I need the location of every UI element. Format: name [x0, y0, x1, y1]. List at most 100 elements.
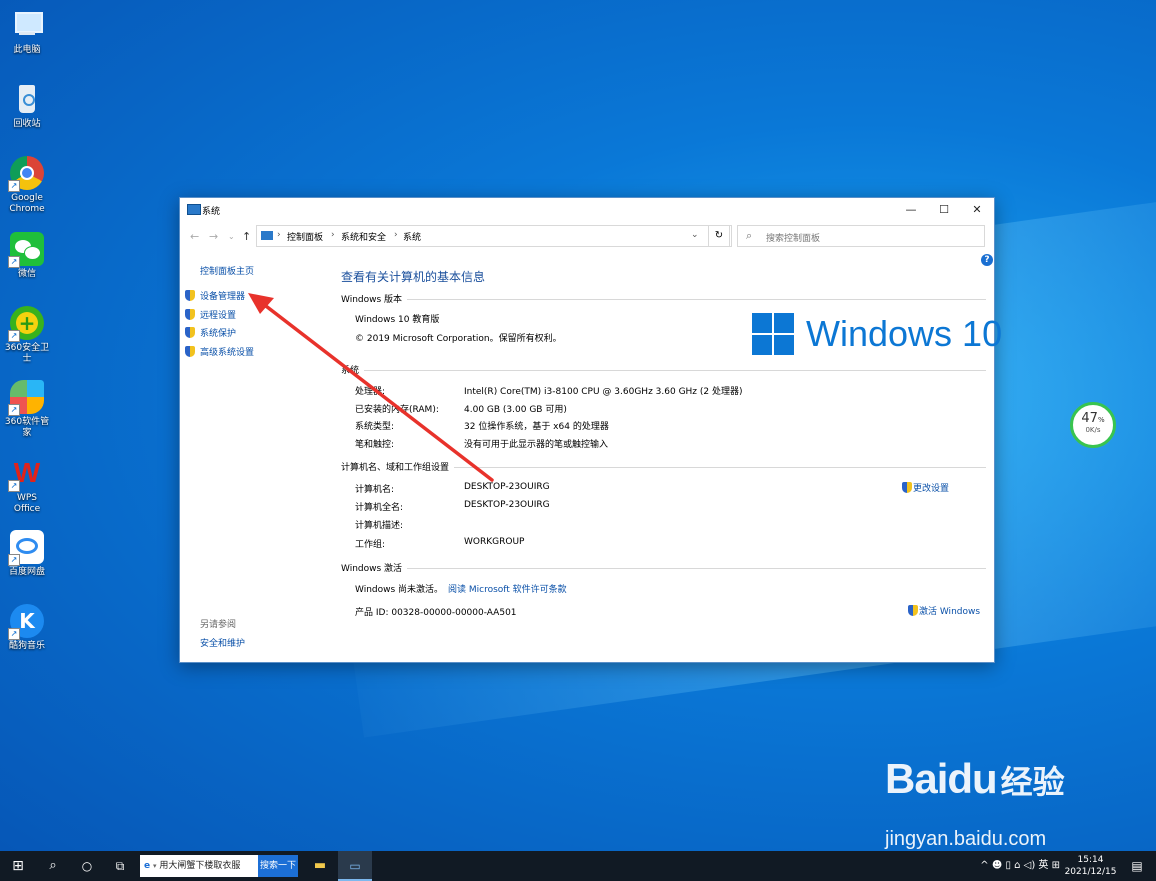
- recent-chevron-icon[interactable]: ⌄: [228, 232, 235, 241]
- copyright-text: © 2019 Microsoft Corporation。保留所有权利。: [355, 334, 562, 344]
- chrome-icon: ↗: [8, 156, 44, 192]
- baidu-netdisk-icon: ↗: [8, 530, 44, 566]
- shield-icon: [902, 482, 912, 493]
- desktop-icon-this-pc[interactable]: 此电脑: [4, 8, 50, 56]
- title-bar[interactable]: 系统 — ☐ ✕: [180, 198, 994, 222]
- system-tray[interactable]: ^ ☻ ▯ ⌂ ◁) 英 ⊞: [952, 851, 1060, 881]
- paw-icon: du: [947, 755, 997, 802]
- desktop-icon-wps[interactable]: W ↗ WPS Office: [4, 456, 50, 515]
- baidu-watermark: Baidu 经验 jingyan.baidu.com: [885, 755, 1065, 850]
- processor-label: 处理器:: [355, 387, 386, 397]
- shortcut-arrow-icon: ↗: [8, 180, 20, 192]
- 360-software-manager-icon: ↗: [8, 380, 44, 416]
- section-computer-name: 计算机名、域和工作组设置: [341, 460, 986, 473]
- windows-logo-icon: [752, 313, 794, 355]
- shortcut-arrow-icon: ↗: [8, 628, 20, 640]
- gauge-percent: 47%: [1081, 411, 1105, 426]
- back-arrow-icon[interactable]: ←: [190, 230, 199, 243]
- see-also-security-link[interactable]: 安全和维护: [200, 636, 245, 649]
- breadcrumb-system[interactable]: 系统: [403, 230, 421, 243]
- recycle-bin-icon: [10, 82, 44, 116]
- search-placeholder: 搜索控制面板: [766, 234, 821, 244]
- desktop-icon-recycle-bin[interactable]: 回收站: [4, 82, 50, 130]
- help-icon[interactable]: ?: [981, 254, 993, 266]
- license-terms-link[interactable]: 阅读 Microsoft 软件许可条款: [448, 582, 567, 595]
- notification-icon[interactable]: ▤: [1126, 851, 1148, 881]
- system-type-value: 32 位操作系统，基于 x64 的处理器: [464, 422, 609, 432]
- shortcut-arrow-icon: ↗: [8, 554, 20, 566]
- sidebar-item-system-protection[interactable]: 系统保护: [185, 326, 236, 339]
- section-edition: Windows 版本: [341, 292, 986, 305]
- workgroup-value: WORKGROUP: [464, 537, 525, 547]
- breadcrumb-control-panel[interactable]: 控制面板: [287, 230, 323, 243]
- clock-time: 15:14: [1077, 855, 1104, 865]
- pen-touch-label: 笔和触控:: [355, 440, 395, 450]
- desktop-icon-baidu-netdisk[interactable]: ↗ 百度网盘: [4, 530, 50, 578]
- kugou-icon: K ↗: [8, 604, 44, 640]
- activation-status: Windows 尚未激活。: [355, 585, 444, 595]
- address-bar[interactable]: › 控制面板 › 系统和安全 › 系统 ⌄: [256, 225, 732, 247]
- address-toolbar: ← → ⌄ ↑ › 控制面板 › 系统和安全 › 系统 ⌄ ↻ ⌕ 搜索控制面板: [180, 222, 994, 250]
- taskbar-search-box[interactable]: e ▾ 用大闸蟹下楼取衣服: [140, 855, 258, 877]
- window-title: 系统: [202, 207, 221, 217]
- ram-label: 已安装的内存(RAM):: [355, 405, 439, 415]
- full-name-value: DESKTOP-23OUIRG: [464, 500, 550, 510]
- desktop-icon-360-security[interactable]: + ↗ 360安全卫士: [4, 306, 50, 365]
- sidebar-item-advanced-settings[interactable]: 高级系统设置: [185, 345, 254, 358]
- sidebar-item-device-manager[interactable]: 设备管理器: [185, 289, 245, 302]
- control-panel-icon: [261, 231, 273, 240]
- desktop-icon-wechat[interactable]: ↗ 微信: [4, 232, 50, 280]
- search-icon[interactable]: ⌕: [42, 851, 64, 881]
- section-activation: Windows 激活: [341, 561, 986, 574]
- watermark-brand: Bai: [885, 755, 948, 802]
- clock-date: 2021/12/15: [1064, 867, 1117, 877]
- processor-value: Intel(R) Core(TM) i3-8100 CPU @ 3.60GHz …: [464, 387, 743, 397]
- desktop-icon-360-software[interactable]: ↗ 360软件管家: [4, 380, 50, 439]
- minimize-button[interactable]: —: [894, 198, 928, 222]
- maximize-button[interactable]: ☐: [927, 198, 961, 222]
- shield-icon: [908, 605, 918, 616]
- 360-security-icon: + ↗: [8, 306, 44, 342]
- network-speed-gauge[interactable]: 47% 0K/s: [1070, 402, 1116, 448]
- watermark-url: jingyan.baidu.com: [885, 828, 1047, 850]
- taskbar-search-button[interactable]: 搜索一下: [258, 855, 298, 877]
- desktop-icon-kugou[interactable]: K ↗ 酷狗音乐: [4, 604, 50, 652]
- shortcut-arrow-icon: ↗: [8, 330, 20, 342]
- shield-icon: [185, 290, 195, 301]
- address-dropdown-icon[interactable]: ⌄: [691, 230, 699, 240]
- see-also-title: 另请参阅: [200, 620, 237, 630]
- product-id: 产品 ID: 00328-00000-00000-AA501: [355, 608, 517, 618]
- computer-name-value: DESKTOP-23OUIRG: [464, 482, 550, 492]
- system-window-taskbar-button[interactable]: ▭: [338, 851, 372, 881]
- system-window: 系统 — ☐ ✕ ← → ⌄ ↑ › 控制面板 › 系统和安全 › 系统 ⌄ ↻…: [179, 197, 1002, 663]
- search-icon: ⌕: [746, 229, 753, 242]
- up-arrow-icon[interactable]: ↑: [242, 230, 251, 243]
- sidebar-item-remote-settings[interactable]: 远程设置: [185, 308, 236, 321]
- pen-touch-value: 没有可用于此显示器的笔或触控输入: [464, 440, 609, 450]
- search-box[interactable]: ⌕ 搜索控制面板: [737, 225, 985, 247]
- task-view-icon[interactable]: ⧉: [108, 851, 132, 881]
- change-settings-link[interactable]: 更改设置: [902, 481, 949, 494]
- watermark-suffix: 经验: [1000, 763, 1065, 801]
- shortcut-arrow-icon: ↗: [8, 256, 20, 268]
- taskbar-search-text: 用大闸蟹下楼取衣服: [159, 861, 241, 871]
- full-name-label: 计算机全名:: [355, 503, 404, 513]
- shield-icon: [185, 327, 195, 338]
- file-explorer-icon[interactable]: ▬: [308, 851, 332, 881]
- ie-icon: e: [144, 861, 151, 871]
- close-button[interactable]: ✕: [960, 198, 994, 222]
- workgroup-label: 工作组:: [355, 540, 386, 550]
- cortana-circle-icon[interactable]: ○: [76, 851, 98, 881]
- activate-windows-link[interactable]: 激活 Windows: [908, 604, 980, 617]
- shortcut-arrow-icon: ↗: [8, 404, 20, 416]
- page-heading: 查看有关计算机的基本信息: [341, 270, 486, 284]
- start-windows-icon[interactable]: ⊞: [6, 851, 30, 881]
- desktop-icon-chrome[interactable]: ↗ Google Chrome: [4, 156, 50, 215]
- sidebar-home-link[interactable]: 控制面板主页: [200, 264, 254, 277]
- windows-10-wordmark: Windows 10: [806, 313, 1003, 354]
- clock[interactable]: 15:14 2021/12/15: [1063, 854, 1118, 878]
- refresh-button[interactable]: ↻: [708, 225, 730, 247]
- computer-icon: [10, 8, 44, 42]
- forward-arrow-icon[interactable]: →: [209, 230, 218, 243]
- breadcrumb-system-security[interactable]: 系统和安全: [341, 230, 386, 243]
